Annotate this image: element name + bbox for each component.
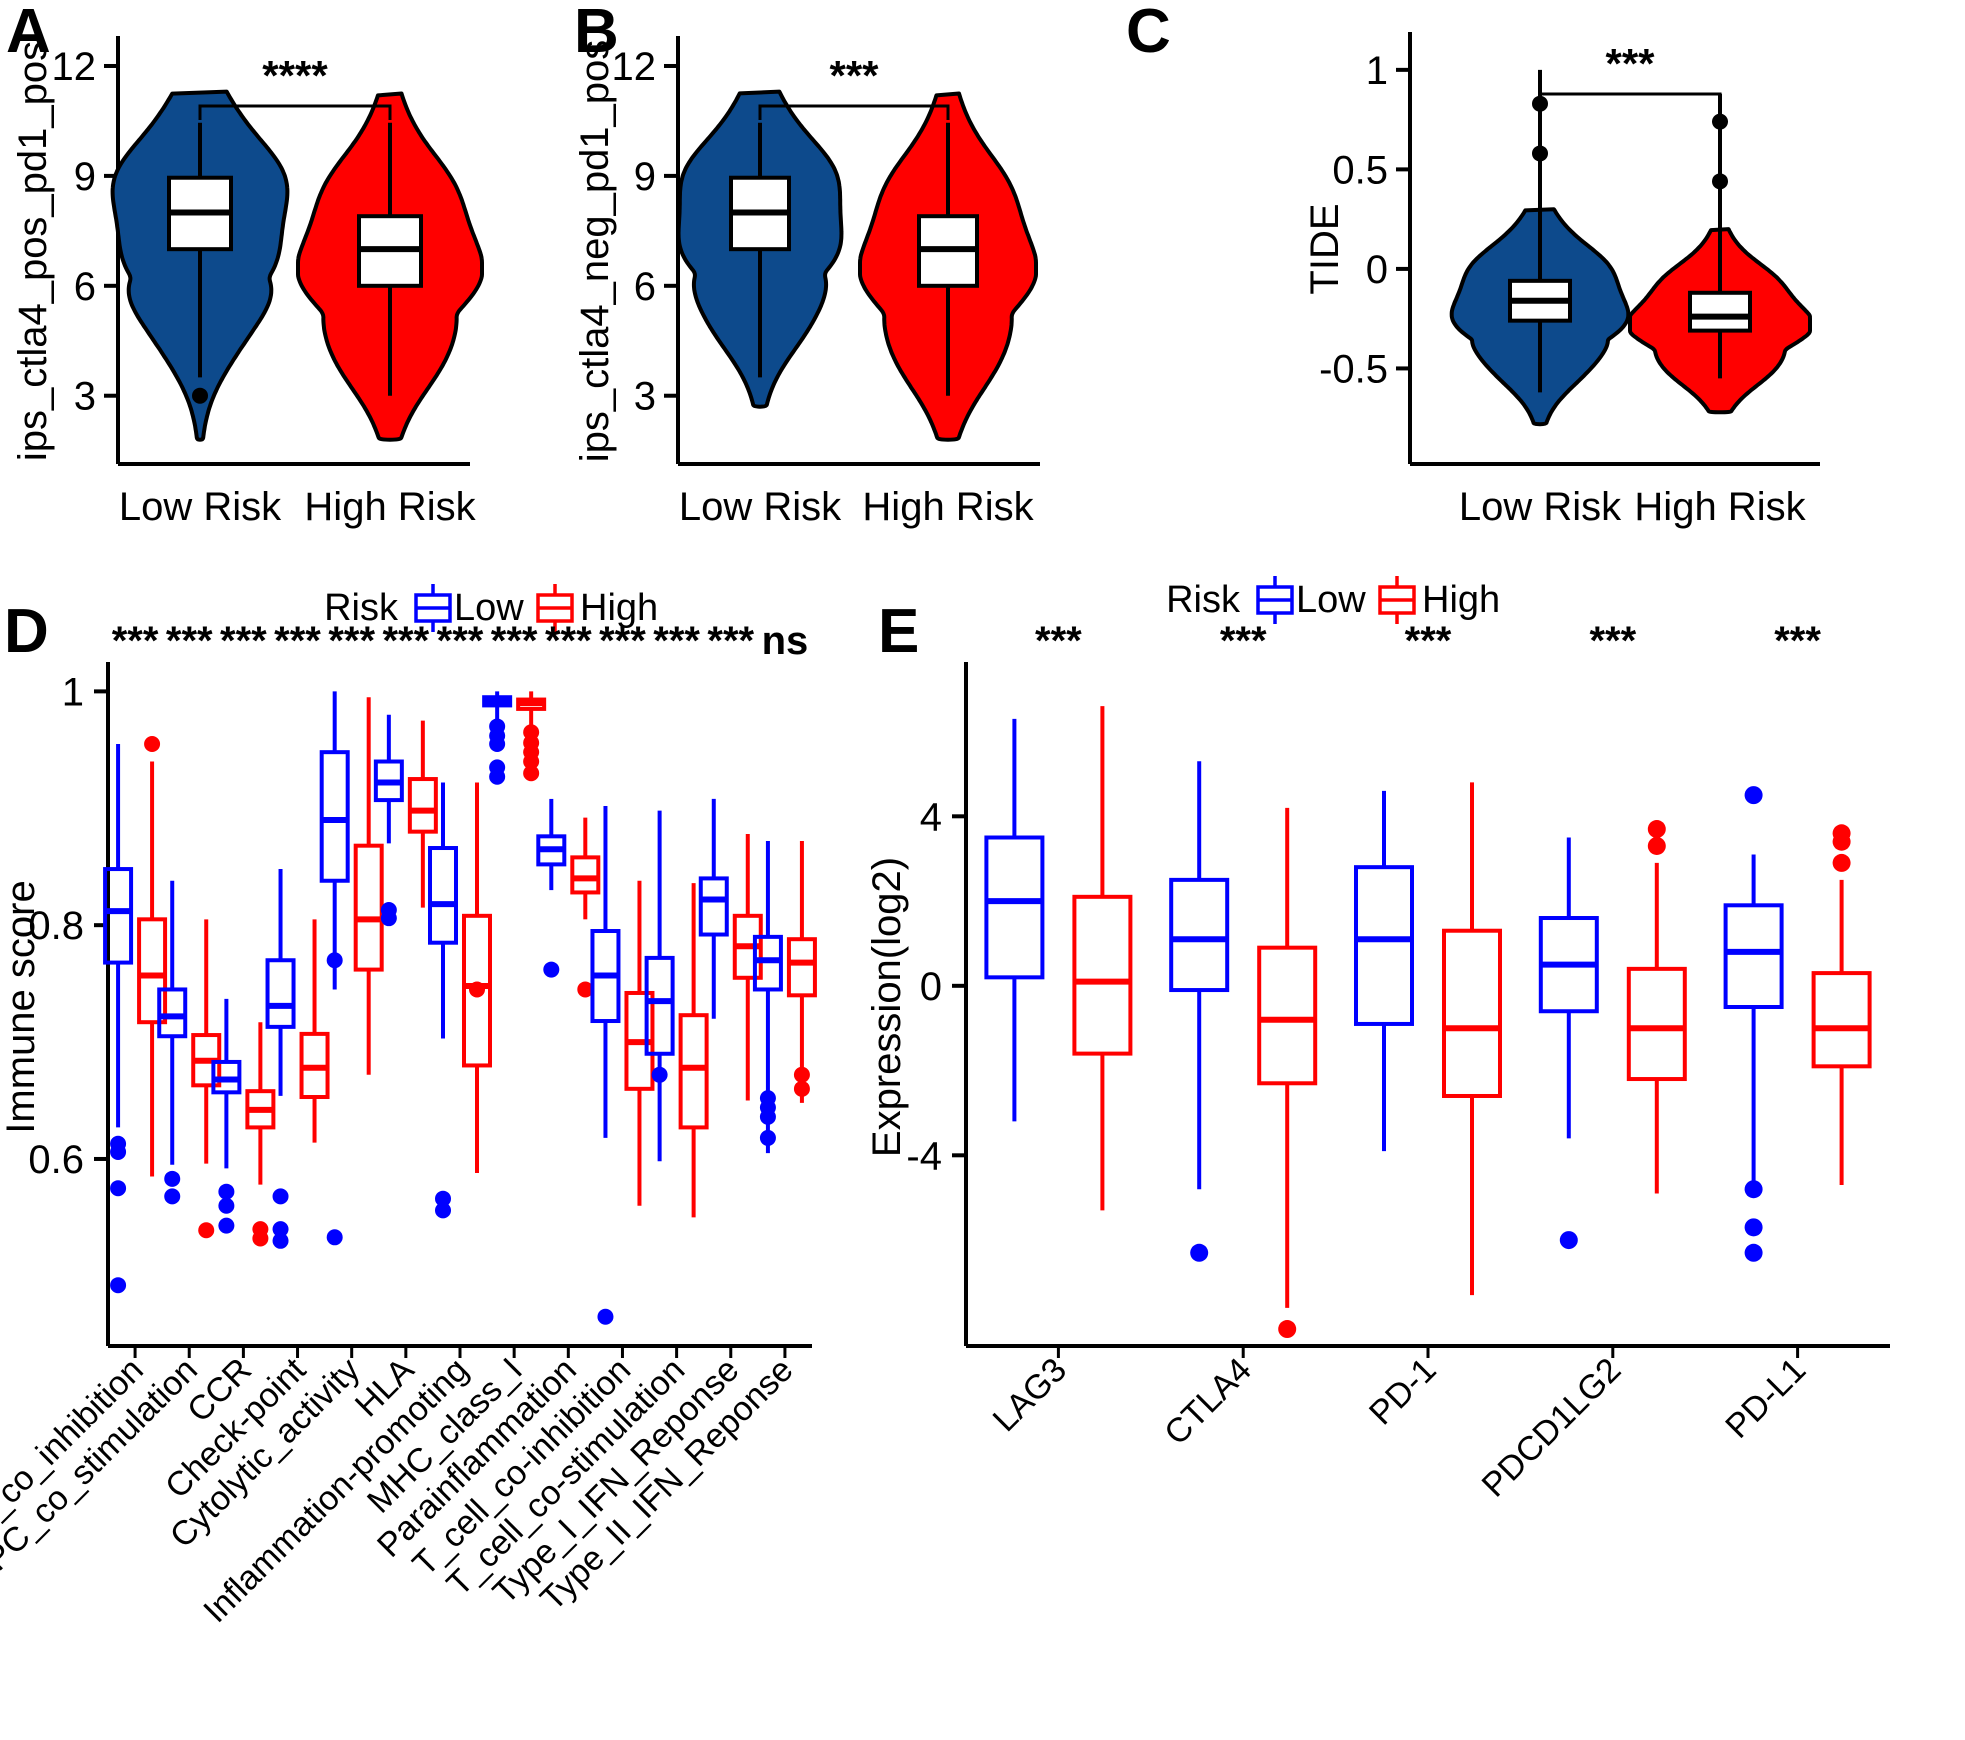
panel-e-letter: E bbox=[878, 597, 920, 666]
svg-text:ips_ctla4_pos_pd1_pos: ips_ctla4_pos_pd1_pos bbox=[11, 41, 55, 461]
svg-text:0: 0 bbox=[1366, 248, 1388, 292]
legend-glyph-low bbox=[1256, 576, 1294, 624]
panel-d-letter: D bbox=[4, 597, 49, 666]
legend-label-high: High bbox=[1422, 579, 1500, 621]
x-axis-label: PD-1 bbox=[1362, 1351, 1444, 1433]
svg-text:0.5: 0.5 bbox=[1332, 148, 1388, 192]
svg-text:High Risk: High Risk bbox=[862, 485, 1034, 529]
panel-b-letter: B bbox=[574, 0, 619, 66]
svg-text:****: **** bbox=[262, 52, 328, 99]
x-axis-label: LAG3 bbox=[986, 1351, 1074, 1439]
svg-text:Low Risk: Low Risk bbox=[679, 485, 842, 529]
panel-e-plot: Risk Low High 4 0 -4Expression(log2) LAG3 *** CT… bbox=[870, 576, 1890, 1505]
panel-a-letter: A bbox=[6, 0, 51, 66]
significance-label: *** bbox=[382, 619, 429, 663]
x-axis-label: PDCD1LG2 bbox=[1475, 1351, 1629, 1505]
legend-title: Risk bbox=[1166, 579, 1241, 621]
panel-d-plot: Risk Low High10.80.6Immune scoreAPC_co_inh… bbox=[0, 584, 817, 1630]
svg-text:4: 4 bbox=[920, 795, 942, 839]
svg-text:ips_ctla4_neg_pd1_pos: ips_ctla4_neg_pd1_pos bbox=[573, 40, 617, 463]
panel-a: 12 9 6 3 ips_ctla4_pos_pd1_pos **** Low Risk Hi… bbox=[0, 0, 560, 540]
x-axis-label: CTLA4 bbox=[1157, 1351, 1259, 1453]
svg-text:Low Risk: Low Risk bbox=[1459, 485, 1622, 529]
svg-text:High Risk: High Risk bbox=[1634, 485, 1806, 529]
significance-label: *** bbox=[599, 619, 646, 663]
panel-c: 1 0.5 0 -0.5 TIDE *** Low Risk High Risk C bbox=[1120, 0, 1965, 540]
panel-e-svg: Risk Low High 4 0 -4Expression(log2) LAG3 *** CT… bbox=[870, 576, 1890, 1505]
svg-text:3: 3 bbox=[634, 375, 656, 419]
legend-glyph-high bbox=[1378, 576, 1416, 624]
svg-text:-4: -4 bbox=[906, 1134, 942, 1178]
significance-label: *** bbox=[1220, 619, 1267, 663]
svg-text:1: 1 bbox=[1366, 49, 1388, 93]
svg-text:9: 9 bbox=[634, 155, 656, 199]
significance-label: *** bbox=[653, 619, 700, 663]
significance-label: *** bbox=[491, 619, 538, 663]
significance-label: *** bbox=[220, 619, 267, 663]
svg-text:6: 6 bbox=[74, 265, 96, 309]
svg-text:3: 3 bbox=[74, 375, 96, 419]
significance-label: *** bbox=[1589, 619, 1636, 663]
panel-c-plot: 1 0.5 0 -0.5 TIDE *** Low Risk High Risk bbox=[1303, 32, 1820, 529]
svg-text:Low Risk: Low Risk bbox=[119, 485, 282, 529]
significance-label: *** bbox=[1035, 619, 1082, 663]
legend-label-low: Low bbox=[1296, 579, 1366, 621]
svg-text:TIDE: TIDE bbox=[1303, 203, 1347, 294]
svg-text:0: 0 bbox=[920, 965, 942, 1009]
panel-d: Risk Low High 1 0.8 0.6 Immune score APC_co_inh… bbox=[0, 556, 870, 1740]
panel-c-svg: 1 0.5 0 -0.5 TIDE *** Low Risk High Risk bbox=[1303, 32, 1820, 529]
panel-a-svg: 12 9 6 3 ips_ctla4_pos_pd1_pos **** Low Risk Hi… bbox=[11, 36, 484, 529]
svg-text:***: *** bbox=[1605, 40, 1655, 87]
significance-label: *** bbox=[328, 619, 375, 663]
svg-text:***: *** bbox=[829, 52, 879, 99]
svg-text:Expression(log2): Expression(log2) bbox=[870, 857, 909, 1157]
panel-c-letter: C bbox=[1126, 0, 1171, 66]
svg-text:1: 1 bbox=[62, 670, 84, 714]
significance-label: *** bbox=[1774, 619, 1821, 663]
significance-label: *** bbox=[545, 619, 592, 663]
svg-text:-0.5: -0.5 bbox=[1319, 347, 1388, 391]
panel-a-plot: 12 9 6 3 ips_ctla4_pos_pd1_pos **** Low Risk Hi… bbox=[11, 36, 484, 529]
svg-text:6: 6 bbox=[634, 265, 656, 309]
significance-label: *** bbox=[166, 619, 213, 663]
figure-root: 12 9 6 3 ips_ctla4_pos_pd1_pos **** Low Risk Hi… bbox=[0, 0, 1965, 1740]
significance-label: *** bbox=[437, 619, 484, 663]
panel-b-plot: 12963ips_ctla4_neg_pd1_pos ***Low Risk Hig… bbox=[573, 36, 1040, 529]
significance-label: *** bbox=[274, 619, 321, 663]
panel-d-svg: Risk Low High10.80.6Immune scoreAPC_co_inh… bbox=[0, 584, 817, 1630]
svg-text:Immune score: Immune score bbox=[0, 880, 43, 1133]
significance-label: ns bbox=[762, 619, 809, 663]
svg-text:0.6: 0.6 bbox=[28, 1138, 84, 1182]
significance-label: *** bbox=[1405, 619, 1452, 663]
svg-text:12: 12 bbox=[52, 45, 97, 89]
significance-label: *** bbox=[112, 619, 159, 663]
x-axis-label: PD-L1 bbox=[1718, 1351, 1813, 1446]
panel-b: 12 9 6 3 ips_ctla4_neg_pd1_pos *** Low Risk Hig… bbox=[570, 0, 1120, 540]
panel-b-svg: 12963ips_ctla4_neg_pd1_pos ***Low Risk Hig… bbox=[573, 36, 1040, 529]
panel-e: Risk Low High 4 0 -4 Expression(log2) LAG3 *** CT… bbox=[870, 556, 1965, 1740]
svg-text:High Risk: High Risk bbox=[304, 485, 476, 529]
svg-text:9: 9 bbox=[74, 155, 96, 199]
significance-label: *** bbox=[707, 619, 754, 663]
